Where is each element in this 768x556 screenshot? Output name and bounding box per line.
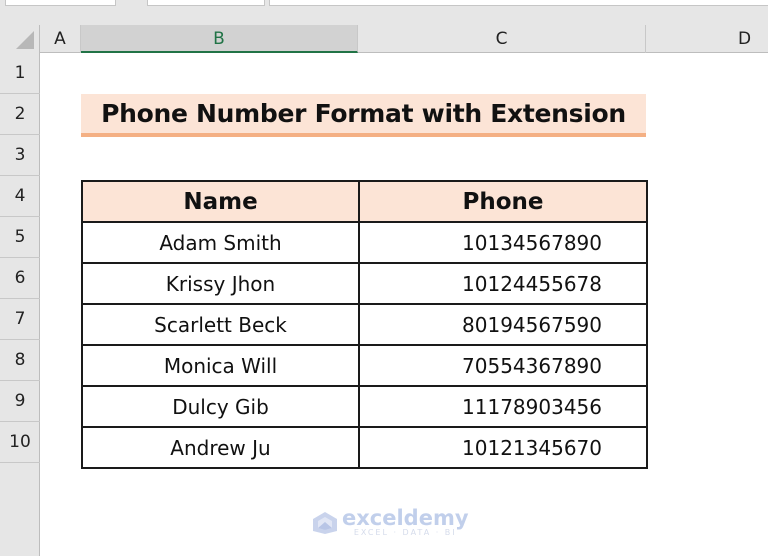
table-row: Monica Will 70554367890: [81, 344, 648, 387]
name-cell[interactable]: Scarlett Beck: [81, 303, 360, 346]
row-header-bar: 1 2 3 4 5 6 7 8 9 10: [0, 53, 40, 556]
name-cell[interactable]: Dulcy Gib: [81, 385, 360, 428]
phone-cell[interactable]: 11178903456: [358, 385, 648, 428]
formula-bar-area: [0, 0, 768, 25]
formula-input[interactable]: [269, 0, 768, 6]
header-name[interactable]: Name: [81, 180, 360, 223]
table-row: Scarlett Beck 80194567590: [81, 303, 648, 346]
name-box[interactable]: [5, 0, 116, 6]
phone-cell[interactable]: 80194567590: [358, 303, 648, 346]
row-header-2[interactable]: 2: [0, 94, 40, 135]
name-cell[interactable]: Krissy Jhon: [81, 262, 360, 305]
select-all-triangle-icon: [16, 31, 34, 49]
phone-table: Name Phone Adam Smith 10134567890 Krissy…: [81, 180, 648, 469]
exceldemy-logo-icon: [313, 511, 337, 534]
phone-cell[interactable]: 10124455678: [358, 262, 648, 305]
table-row: Adam Smith 10134567890: [81, 221, 648, 264]
name-cell[interactable]: Andrew Ju: [81, 426, 360, 469]
row-header-8[interactable]: 8: [0, 340, 40, 381]
row-header-6[interactable]: 6: [0, 258, 40, 299]
table-row: Andrew Ju 10121345670: [81, 426, 648, 469]
phone-cell[interactable]: 70554367890: [358, 344, 648, 387]
exceldemy-watermark: exceldemy EXCEL · DATA · BI: [312, 508, 469, 537]
name-cell[interactable]: Monica Will: [81, 344, 360, 387]
sheet-title-cell[interactable]: Phone Number Format with Extension: [81, 94, 646, 137]
header-phone[interactable]: Phone: [358, 180, 648, 223]
table-header-row: Name Phone: [81, 180, 648, 223]
row-header-1[interactable]: 1: [0, 53, 40, 94]
phone-cell[interactable]: 10134567890: [358, 221, 648, 264]
phone-cell[interactable]: 10121345670: [358, 426, 648, 469]
watermark-tagline: EXCEL · DATA · BI: [353, 528, 457, 537]
row-header-3[interactable]: 3: [0, 135, 40, 176]
table-row: Krissy Jhon 10124455678: [81, 262, 648, 305]
watermark-name: exceldemy: [342, 506, 469, 530]
row-header-9[interactable]: 9: [0, 381, 40, 422]
row-header-4[interactable]: 4: [0, 176, 40, 217]
table-row: Dulcy Gib 11178903456: [81, 385, 648, 428]
column-header-b[interactable]: B: [81, 25, 358, 53]
column-header-c[interactable]: C: [358, 25, 646, 53]
row-header-7[interactable]: 7: [0, 299, 40, 340]
column-header-d[interactable]: D: [646, 25, 768, 53]
formula-bar-controls[interactable]: [147, 0, 265, 6]
column-header-a[interactable]: A: [40, 25, 81, 53]
name-cell[interactable]: Adam Smith: [81, 221, 360, 264]
row-header-5[interactable]: 5: [0, 217, 40, 258]
row-header-10[interactable]: 10: [0, 422, 40, 463]
